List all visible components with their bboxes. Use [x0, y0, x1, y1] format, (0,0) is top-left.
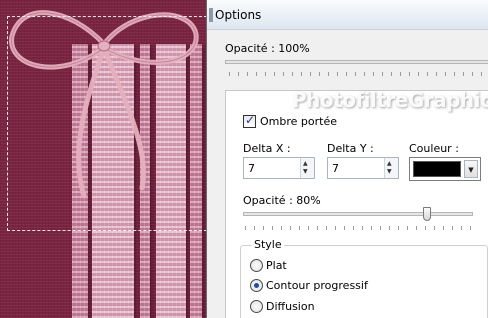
spin-up-icon[interactable]: ▲ [303, 161, 308, 167]
shadow-opacity-label: Opacité : 80% [243, 194, 321, 207]
spin-down-icon[interactable]: ▼ [387, 169, 392, 175]
image-canvas [0, 0, 206, 318]
slider-ticks [229, 72, 488, 76]
delta-x-value: 7 [248, 162, 255, 175]
color-label: Couleur : [409, 142, 459, 155]
delta-x-spinner[interactable]: 7 ▲ ▼ [243, 157, 315, 179]
dialog-titlebar[interactable]: Options [207, 0, 488, 30]
spin-down-icon[interactable]: ▼ [303, 169, 308, 175]
color-picker[interactable]: ▼ [409, 157, 481, 181]
radio-diffusion[interactable] [250, 300, 263, 313]
chevron-down-icon[interactable]: ▼ [464, 160, 478, 178]
radio-plat-label: Plat [266, 259, 287, 272]
delta-y-spinner[interactable]: 7 ▲ ▼ [327, 157, 399, 179]
drop-shadow-checkbox[interactable] [243, 113, 256, 128]
layer-opacity-slider[interactable] [225, 60, 488, 64]
delta-y-label: Delta Y : [327, 142, 374, 155]
radio-contour-progressif-label: Contour progressif [266, 279, 368, 292]
selection-marquee[interactable] [7, 16, 206, 231]
radio-diffusion-label: Diffusion [266, 300, 315, 313]
dialog-title: Options [215, 8, 262, 22]
spin-up-icon[interactable]: ▲ [387, 161, 392, 167]
watermark: PhotofiltreGraphic [292, 88, 488, 112]
style-group-title: Style [252, 238, 284, 251]
color-swatch [413, 161, 461, 177]
shadow-opacity-thumb[interactable] [423, 207, 431, 221]
drop-shadow-label: Ombre portée [260, 115, 337, 128]
radio-plat[interactable] [250, 259, 263, 272]
delta-y-value: 7 [332, 162, 339, 175]
delta-x-spin-buttons[interactable]: ▲ ▼ [300, 158, 314, 178]
delta-y-spin-buttons[interactable]: ▲ ▼ [384, 158, 398, 178]
slider-ticks [245, 226, 475, 230]
delta-x-label: Delta X : [243, 142, 291, 155]
shadow-opacity-slider[interactable] [243, 212, 473, 216]
window-icon [209, 8, 213, 22]
radio-contour-progressif[interactable] [250, 279, 263, 292]
layer-opacity-label: Opacité : 100% [225, 42, 310, 55]
